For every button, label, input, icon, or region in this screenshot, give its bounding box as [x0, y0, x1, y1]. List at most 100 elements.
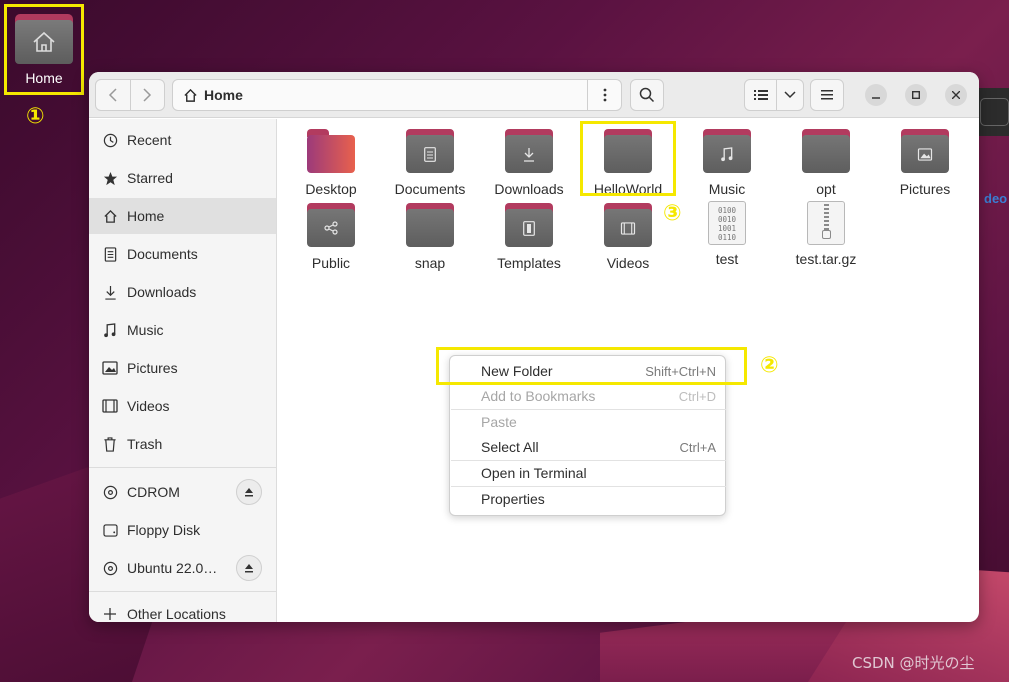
folder-templates-icon: [505, 203, 553, 247]
file-name: test: [715, 251, 739, 267]
sidebar-item-other-locations[interactable]: Other Locations: [89, 596, 276, 622]
menu-item-label: Add to Bookmarks: [481, 388, 596, 404]
search-button[interactable]: [630, 79, 664, 111]
maximize-button[interactable]: [905, 84, 927, 106]
chevron-down-icon: [784, 91, 796, 99]
sidebar-item-trash[interactable]: Trash: [89, 426, 276, 462]
file-name: Music: [708, 181, 746, 197]
menu-item-label: Paste: [481, 414, 517, 430]
sidebar-divider: [89, 591, 276, 592]
list-view-icon: [753, 90, 768, 100]
menu-item-label: Select All: [481, 439, 539, 455]
sidebar-item-cdrom[interactable]: CDROM: [89, 474, 276, 510]
eject-button[interactable]: [236, 479, 262, 505]
file-item-templates[interactable]: Templates: [479, 203, 579, 271]
picture-icon: [101, 359, 119, 377]
chevron-right-icon: [143, 88, 152, 102]
file-item-downloads[interactable]: Downloads: [479, 129, 579, 197]
menu-item-open-in-terminal[interactable]: Open in Terminal: [450, 460, 725, 486]
forward-button[interactable]: [129, 80, 164, 110]
file-name: Pictures: [899, 181, 951, 197]
sidebar-item-label: Pictures: [127, 360, 178, 376]
main-menu-button[interactable]: [810, 79, 844, 111]
chevron-left-icon: [108, 88, 117, 102]
path-bar[interactable]: Home: [172, 79, 622, 111]
file-name: opt: [816, 181, 836, 197]
sidebar-item-home[interactable]: Home: [89, 198, 276, 234]
folder-videos-icon: [604, 203, 652, 247]
annotation-1: ①: [26, 104, 45, 129]
folder-downloads-icon: [505, 129, 553, 173]
file-item-opt[interactable]: opt: [776, 129, 876, 197]
file-item-snap[interactable]: snap: [380, 203, 480, 271]
headerbar: Home: [89, 72, 979, 118]
clock-icon: [101, 131, 119, 149]
menu-item-accelerator: Ctrl+A: [679, 439, 716, 455]
path-menu-button[interactable]: [587, 80, 621, 110]
sidebar-item-label: Videos: [127, 398, 170, 414]
file-name: Desktop: [305, 181, 357, 197]
file-item-test-tar-gz[interactable]: test.tar.gz: [776, 201, 876, 267]
sidebar-divider: [89, 467, 276, 468]
file-name: Templates: [497, 255, 561, 271]
folder-public-icon: [307, 203, 355, 247]
home-icon: [184, 88, 197, 102]
sidebar-item-videos[interactable]: Videos: [89, 388, 276, 424]
navigation-buttons: [95, 79, 165, 111]
file-item-public[interactable]: Public: [281, 203, 381, 271]
eject-button[interactable]: [236, 555, 262, 581]
sidebar-item-label: Other Locations: [127, 606, 226, 622]
view-options-button[interactable]: [777, 80, 803, 110]
sidebar-item-pictures[interactable]: Pictures: [89, 350, 276, 386]
menu-item-properties[interactable]: Properties: [450, 486, 725, 512]
eject-icon: [245, 564, 253, 573]
disc-icon: [101, 483, 119, 501]
sidebar-item-label: Music: [127, 322, 164, 338]
breadcrumb-home[interactable]: Home: [173, 87, 243, 103]
sidebar-item-music[interactable]: Music: [89, 312, 276, 348]
view-toggle-button[interactable]: [744, 79, 804, 111]
folder-home-icon: [15, 12, 73, 64]
sidebar-item-recent[interactable]: Recent: [89, 122, 276, 158]
menu-item-select-all[interactable]: Select All Ctrl+A: [450, 434, 725, 460]
binary-file-icon: 0100 0010 1001 0110: [708, 201, 746, 245]
folder-desktop-icon: [307, 129, 355, 173]
background-window-button[interactable]: [980, 98, 1009, 126]
minimize-button[interactable]: [865, 84, 887, 106]
desktop-home-icon[interactable]: Home: [4, 4, 84, 95]
file-item-music[interactable]: Music: [677, 129, 777, 197]
sidebar-item-label: Home: [127, 208, 165, 224]
sidebar-item-label: Ubuntu 22.0…: [127, 560, 218, 576]
file-item-documents[interactable]: Documents: [380, 129, 480, 197]
file-name: test.tar.gz: [795, 251, 857, 267]
sidebar-item-label: Floppy Disk: [127, 522, 201, 538]
close-button[interactable]: [945, 84, 967, 106]
background-window-text: deo: [984, 191, 1008, 206]
folder-pictures-icon: [901, 129, 949, 173]
sidebar-item-label: Starred: [127, 170, 173, 186]
file-item-pictures[interactable]: Pictures: [875, 129, 975, 197]
file-name: Documents: [394, 181, 466, 197]
maximize-icon: [912, 91, 920, 99]
sidebar-item-label: Trash: [127, 436, 163, 452]
plus-icon: [101, 605, 119, 622]
desktop-home-label: Home: [25, 70, 63, 86]
file-item-desktop[interactable]: Desktop: [281, 129, 381, 197]
sidebar-item-label: Documents: [127, 246, 198, 262]
sidebar-item-documents[interactable]: Documents: [89, 236, 276, 272]
watermark: CSDN @时光の尘: [852, 654, 975, 672]
annotation-3: ③: [663, 201, 682, 226]
sidebar-item-floppy-disk[interactable]: Floppy Disk: [89, 512, 276, 548]
file-name: Public: [311, 255, 351, 271]
list-view-button[interactable]: [745, 80, 777, 110]
breadcrumb-label: Home: [204, 87, 243, 103]
sidebar-item-starred[interactable]: Starred: [89, 160, 276, 196]
menu-item-label: Properties: [481, 491, 545, 507]
sidebar-item-ubuntu[interactable]: Ubuntu 22.0…: [89, 550, 276, 586]
sidebar-item-downloads[interactable]: Downloads: [89, 274, 276, 310]
file-name: Videos: [606, 255, 650, 271]
back-button[interactable]: [96, 80, 130, 110]
file-name: Downloads: [494, 181, 564, 197]
file-item-test[interactable]: 0100 0010 1001 0110 test: [677, 201, 777, 267]
minimize-icon: [872, 97, 880, 99]
